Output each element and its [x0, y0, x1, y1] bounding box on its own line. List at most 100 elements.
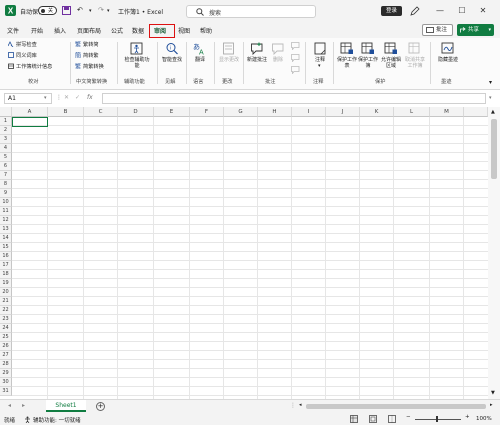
row-header[interactable]: 30	[0, 378, 12, 387]
enter-icon[interactable]: ✓	[75, 94, 80, 101]
next-sheet-icon[interactable]: ▸	[22, 402, 25, 409]
zoom-slider[interactable]	[415, 419, 461, 420]
normal-view-icon[interactable]	[350, 415, 358, 423]
tab-insert[interactable]: 插入	[54, 26, 66, 35]
row-header[interactable]: 16	[0, 252, 12, 261]
new-comment-button[interactable]: 新建批注	[246, 42, 268, 63]
notes-dropdown-icon[interactable]: ▾	[318, 63, 321, 69]
page-break-view-icon[interactable]	[388, 415, 396, 423]
column-header[interactable]: L	[394, 107, 430, 117]
column-header[interactable]: K	[360, 107, 394, 117]
scroll-right-icon[interactable]: ▸	[490, 402, 493, 408]
column-header[interactable]: D	[118, 107, 154, 117]
row-header[interactable]: 17	[0, 261, 12, 270]
row-header[interactable]: 8	[0, 180, 12, 189]
column-header[interactable]: C	[84, 107, 118, 117]
tab-file[interactable]: 文件	[7, 26, 19, 35]
row-header[interactable]: 26	[0, 342, 12, 351]
row-header[interactable]: 5	[0, 153, 12, 162]
undo-dropdown-icon[interactable]: ▾	[89, 8, 92, 14]
column-header[interactable]: H	[258, 107, 292, 117]
status-accessibility[interactable]: 辅助功能: 一切就绪	[33, 416, 81, 424]
insert-function-icon[interactable]: fx	[87, 94, 93, 101]
sheet-tab-sheet1[interactable]: Sheet1	[46, 400, 86, 412]
formula-input[interactable]	[102, 93, 486, 104]
cancel-icon[interactable]: ✕	[64, 94, 69, 101]
row-header[interactable]: 21	[0, 297, 12, 306]
tab-page-layout[interactable]: 页面布局	[77, 26, 101, 35]
vertical-scroll-thumb[interactable]	[491, 119, 497, 179]
redo-icon[interactable]: ↷	[98, 6, 104, 14]
column-header[interactable]: E	[154, 107, 190, 117]
horizontal-scroll-thumb[interactable]	[306, 404, 486, 409]
tab-view[interactable]: 视图	[178, 26, 190, 35]
zoom-in-icon[interactable]: +	[465, 414, 470, 420]
qat-dropdown-icon[interactable]: ▾	[107, 8, 110, 14]
tab-data[interactable]: 数据	[132, 26, 144, 35]
row-header[interactable]: 23	[0, 315, 12, 324]
row-header[interactable]: 22	[0, 306, 12, 315]
row-header[interactable]: 19	[0, 279, 12, 288]
previous-comment-icon[interactable]	[291, 42, 300, 50]
row-header[interactable]: 27	[0, 351, 12, 360]
tab-split-icon[interactable]: ⋮	[290, 402, 296, 409]
column-header[interactable]: F	[190, 107, 224, 117]
row-header[interactable]: 1	[0, 117, 12, 126]
spelling-button[interactable]: 拼写检查	[8, 41, 37, 50]
undo-icon[interactable]: ↶	[77, 6, 83, 14]
row-header[interactable]: 14	[0, 234, 12, 243]
delete-comment-button[interactable]: 删除	[267, 42, 289, 63]
next-comment-icon[interactable]	[291, 54, 300, 62]
prev-sheet-icon[interactable]: ◂	[8, 402, 11, 409]
unshare-workbook-button[interactable]: 取消共享工作簿	[403, 42, 427, 69]
name-box-dropdown-icon[interactable]: ▾	[44, 95, 47, 101]
row-header[interactable]: 4	[0, 144, 12, 153]
hide-ink-button[interactable]: 隐藏墨迹	[435, 42, 461, 63]
tab-help[interactable]: 帮助	[200, 26, 212, 35]
comments-button[interactable]: 批注	[422, 24, 453, 36]
protect-workbook-button[interactable]: 保护工作簿	[357, 42, 379, 69]
chinese-convert-button[interactable]: 繁简繁转换	[75, 63, 104, 72]
zoom-out-icon[interactable]: −	[406, 414, 411, 420]
tab-formulas[interactable]: 公式	[111, 26, 123, 35]
check-accessibility-button[interactable]: 检查辅助功能	[123, 42, 151, 69]
close-button[interactable]: ✕	[477, 5, 489, 17]
zoom-level[interactable]: 100%	[476, 416, 492, 422]
column-header-partial[interactable]	[464, 107, 488, 117]
column-header[interactable]: I	[292, 107, 326, 117]
translate-button[interactable]: あA 翻译	[189, 42, 211, 63]
search-box[interactable]: 搜索	[186, 5, 316, 18]
row-header[interactable]: 18	[0, 270, 12, 279]
row-header[interactable]: 11	[0, 207, 12, 216]
tab-home[interactable]: 开始	[31, 26, 43, 35]
show-comments-icon[interactable]	[291, 66, 300, 74]
ribbon-collapse-icon[interactable]: ▾	[489, 79, 492, 86]
column-header[interactable]: J	[326, 107, 360, 117]
scroll-up-icon[interactable]: ▲	[491, 109, 495, 115]
trad-to-simp-button[interactable]: 繁繁转简	[75, 41, 99, 50]
protect-sheet-button[interactable]: 保护工作表	[336, 42, 358, 69]
save-icon[interactable]	[62, 6, 71, 15]
zoom-slider-thumb[interactable]	[436, 416, 438, 422]
row-header[interactable]: 9	[0, 189, 12, 198]
add-sheet-button[interactable]: +	[96, 402, 105, 411]
column-header[interactable]: G	[224, 107, 258, 117]
autosave-toggle[interactable]: 关	[38, 6, 57, 15]
smart-lookup-button[interactable]: i 智能查找	[161, 42, 183, 63]
row-header[interactable]: 15	[0, 243, 12, 252]
notes-button[interactable]: 注释	[309, 42, 331, 63]
row-header[interactable]: 25	[0, 333, 12, 342]
scroll-left-icon[interactable]: ◂	[299, 402, 302, 408]
simp-to-trad-button[interactable]: 簡简转繁	[75, 52, 99, 61]
login-button[interactable]: 登录	[381, 6, 402, 16]
formula-bar-options-icon[interactable]: ⋮	[56, 94, 62, 101]
row-header[interactable]: 3	[0, 135, 12, 144]
minimize-button[interactable]: —	[434, 5, 446, 17]
row-header[interactable]: 24	[0, 324, 12, 333]
scroll-down-icon[interactable]: ▼	[491, 390, 495, 396]
row-header[interactable]: 29	[0, 369, 12, 378]
row-header[interactable]: 12	[0, 216, 12, 225]
row-header[interactable]: 2	[0, 126, 12, 135]
column-header[interactable]: B	[48, 107, 84, 117]
share-button[interactable]: 共享 ▾	[457, 24, 494, 36]
